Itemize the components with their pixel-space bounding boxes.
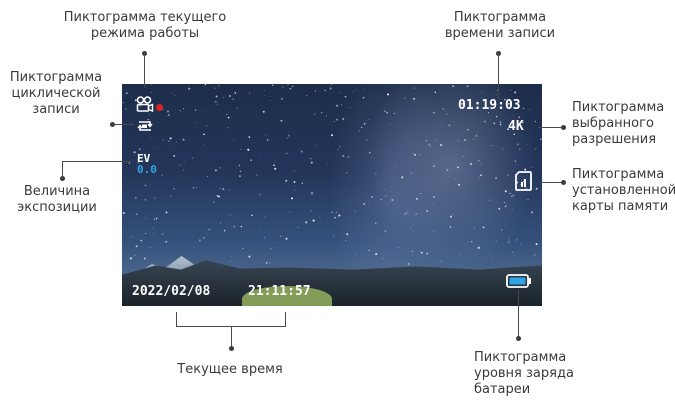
leader-dot-current-time <box>229 346 234 351</box>
battery-icon <box>506 274 532 288</box>
leader-record-time <box>498 53 499 99</box>
bracket-stem <box>231 326 232 348</box>
leader-exposure-h <box>62 161 132 162</box>
label-exposure: Величина экспозиции <box>17 184 97 215</box>
leader-mode <box>144 53 145 88</box>
label-mode: Пиктограмма текущего режима работы <box>63 10 227 41</box>
record-time: 01:19:03 <box>458 98 521 113</box>
loop-recording-icon <box>136 118 154 134</box>
camera-screen: EV 0.0 01:19:03 4K 2022/02/08 21:11:57 <box>122 84 542 306</box>
label-record-time: Пиктограмма времени записи <box>444 10 556 41</box>
video-mode-icon <box>136 96 154 112</box>
bracket-left-tick <box>176 312 177 326</box>
record-dot-icon <box>156 104 163 111</box>
leader-resolution <box>538 127 563 128</box>
label-battery: Пиктограмма уровня заряда батареи <box>474 350 574 397</box>
label-current-time: Текущее время <box>177 362 283 377</box>
leader-battery <box>518 290 519 338</box>
time-value: 21:11:57 <box>248 284 311 299</box>
resolution-value: 4K <box>508 119 524 134</box>
leader-sdcard <box>540 182 563 183</box>
date-value: 2022/02/08 <box>132 284 211 299</box>
sd-card-icon <box>515 171 532 191</box>
leader-exposure-v <box>62 161 63 178</box>
ev-value: 0.0 <box>137 163 157 176</box>
label-sdcard: Пиктограмма установленной карты памяти <box>572 167 675 214</box>
bracket-right-tick <box>285 312 286 326</box>
leader-dot-battery <box>516 336 521 341</box>
label-loop: Пиктограмма циклической записи <box>9 70 103 117</box>
leader-loop <box>112 124 134 125</box>
label-resolution: Пиктограмма выбранного разрешения <box>572 100 665 147</box>
